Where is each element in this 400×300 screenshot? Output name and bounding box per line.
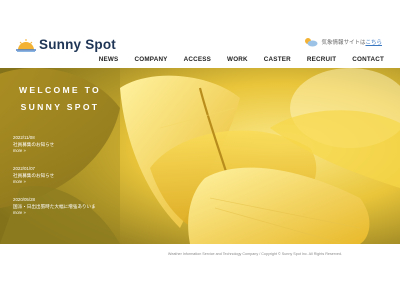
nav-work[interactable]: WORK	[227, 56, 248, 63]
news-item[interactable]: 2022/11/08 社員募集のお知らせ more »	[13, 135, 113, 166]
news-title[interactable]: 社員募集のお知らせ	[13, 141, 113, 148]
news-title[interactable]: 国派・日出出張時た大幅に増強ありいま	[13, 203, 113, 210]
news-item[interactable]: 2020/05/28 国派・日出出張時た大幅に増強ありいま more »	[13, 197, 113, 228]
nav-contact[interactable]: CONTACT	[352, 56, 384, 63]
nav-recruit[interactable]: RECRUIT	[307, 56, 336, 63]
welcome-line-2: SUNNY SPOT	[20, 102, 100, 112]
nav-access[interactable]: ACCESS	[184, 56, 211, 63]
nav-news[interactable]: NEWS	[99, 56, 119, 63]
nav-company[interactable]: COMPANY	[134, 56, 167, 63]
main-nav: NEWS COMPANY ACCESS WORK CASTER RECRUIT …	[83, 56, 384, 63]
brand-name: Sunny Spot	[39, 37, 116, 52]
welcome-line-1: WELCOME TO	[18, 85, 102, 95]
nav-caster[interactable]: CASTER	[264, 56, 291, 63]
welcome-heading: WELCOME TO SUNNY SPOT	[0, 82, 120, 116]
weather-text: 気象情報サイトは	[321, 40, 366, 46]
site-logo[interactable]: Sunny Spot	[16, 37, 116, 52]
site-header: Sunny Spot 気象情報サイトは こちら NEWS COMPANY ACC…	[0, 0, 400, 68]
weather-site-link[interactable]: こちら	[365, 38, 382, 46]
footer-copyright: Weather Information Service and Technolo…	[167, 252, 343, 256]
weather-link-area: 気象情報サイトは こちら	[304, 37, 382, 47]
news-title[interactable]: 社員募集のお知らせ	[13, 172, 113, 179]
news-list: 2022/11/08 社員募集のお知らせ more » 2022/01/07 社…	[13, 135, 113, 228]
news-more-link[interactable]: more »	[13, 210, 113, 216]
news-more-link[interactable]: more »	[13, 148, 113, 154]
news-more-link[interactable]: more »	[13, 179, 113, 185]
weather-cloud-icon	[305, 38, 318, 47]
sun-logo-icon	[16, 38, 36, 52]
news-item[interactable]: 2022/01/07 社員募集のお知らせ more »	[13, 166, 113, 197]
